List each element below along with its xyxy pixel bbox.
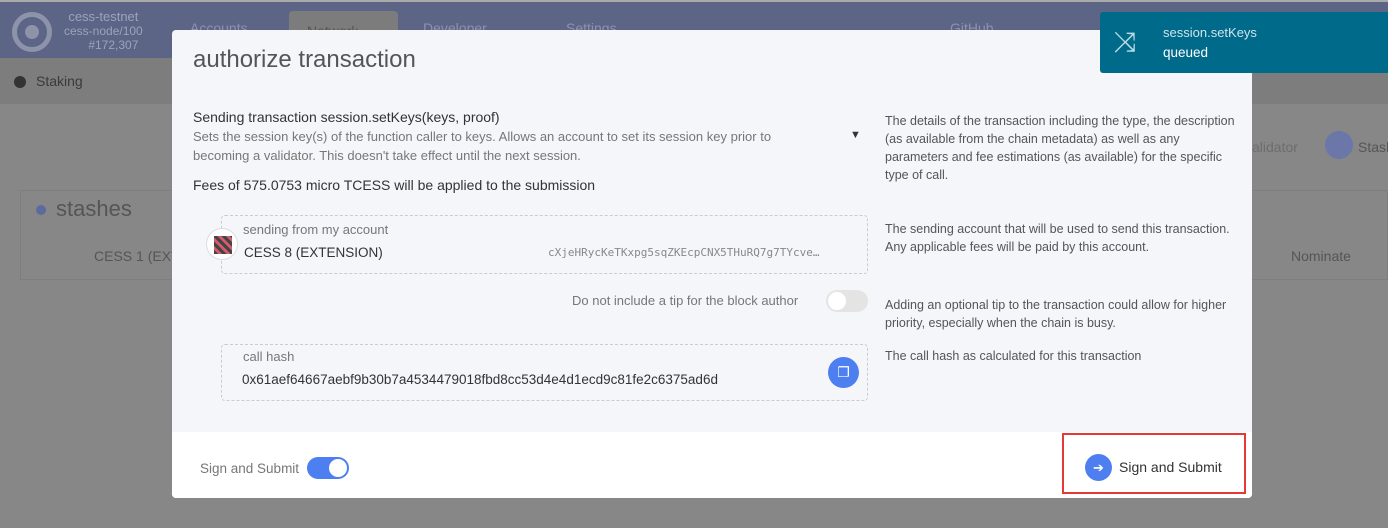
call-hash-value: 0x61aef64667aebf9b30b7a4534479018fbd8cc5… — [242, 372, 718, 387]
chain-node: cess-node/100 — [64, 24, 143, 38]
sign-submit-toggle-label: Sign and Submit — [200, 461, 300, 476]
nominate-button[interactable]: Nominate — [1291, 248, 1351, 264]
block-number: #172,307 — [88, 38, 139, 52]
chain-selector[interactable]: cess-testnet cess-node/100 #172,307 — [64, 9, 143, 53]
authorize-modal: authorize transaction Sending transactio… — [172, 30, 1252, 498]
logo-icon[interactable] — [12, 12, 52, 52]
toast-status: queued — [1163, 45, 1209, 60]
status-toast[interactable]: ⤨ session.setKeys queued — [1100, 12, 1388, 73]
stashes-dot-icon — [36, 205, 46, 215]
tx-description: Sets the session key(s) of the function … — [193, 129, 772, 163]
toast-title: session.setKeys — [1163, 25, 1257, 40]
sender-label: sending from my account — [243, 222, 389, 237]
help-tip: Adding an optional tip to the transactio… — [885, 298, 1227, 330]
tx-title: Sending transaction session.setKeys(keys… — [193, 109, 500, 125]
help-details: The details of the transaction including… — [885, 114, 1235, 182]
stashes-heading: stashes — [56, 196, 132, 221]
sender-address: cXjeHRycKeTKxpg5sqZKEcpCNX5THuRQ7g7TYcve… — [548, 246, 820, 259]
help-sender: The sending account that will be used to… — [885, 222, 1230, 254]
fees-text: Fees of 575.0753 micro TCESS will be app… — [193, 177, 596, 193]
shuffle-icon: ⤨ — [1114, 26, 1137, 57]
call-hash-label: call hash — [243, 349, 295, 364]
modal-title: authorize transaction — [193, 46, 416, 73]
sign-submit-toggle[interactable] — [307, 457, 349, 479]
add-icon — [1325, 131, 1353, 159]
copy-icon[interactable]: ❐ — [828, 357, 859, 388]
tip-toggle[interactable] — [826, 290, 868, 312]
account-identicon — [206, 228, 238, 260]
help-hash: The call hash as calculated for this tra… — [885, 349, 1142, 363]
staking-icon — [14, 76, 26, 88]
chain-name: cess-testnet — [68, 9, 139, 24]
expand-chevron-icon[interactable]: ▼ — [850, 129, 861, 141]
sender-name: CESS 8 (EXTENSION) — [244, 245, 383, 260]
tab-staking[interactable]: Staking — [36, 73, 83, 89]
add-stash-button[interactable]: Stash — [1358, 139, 1388, 155]
validator-button[interactable]: alidator — [1252, 139, 1298, 155]
tip-label: Do not include a tip for the block autho… — [572, 293, 799, 308]
highlight-box — [1062, 433, 1246, 494]
